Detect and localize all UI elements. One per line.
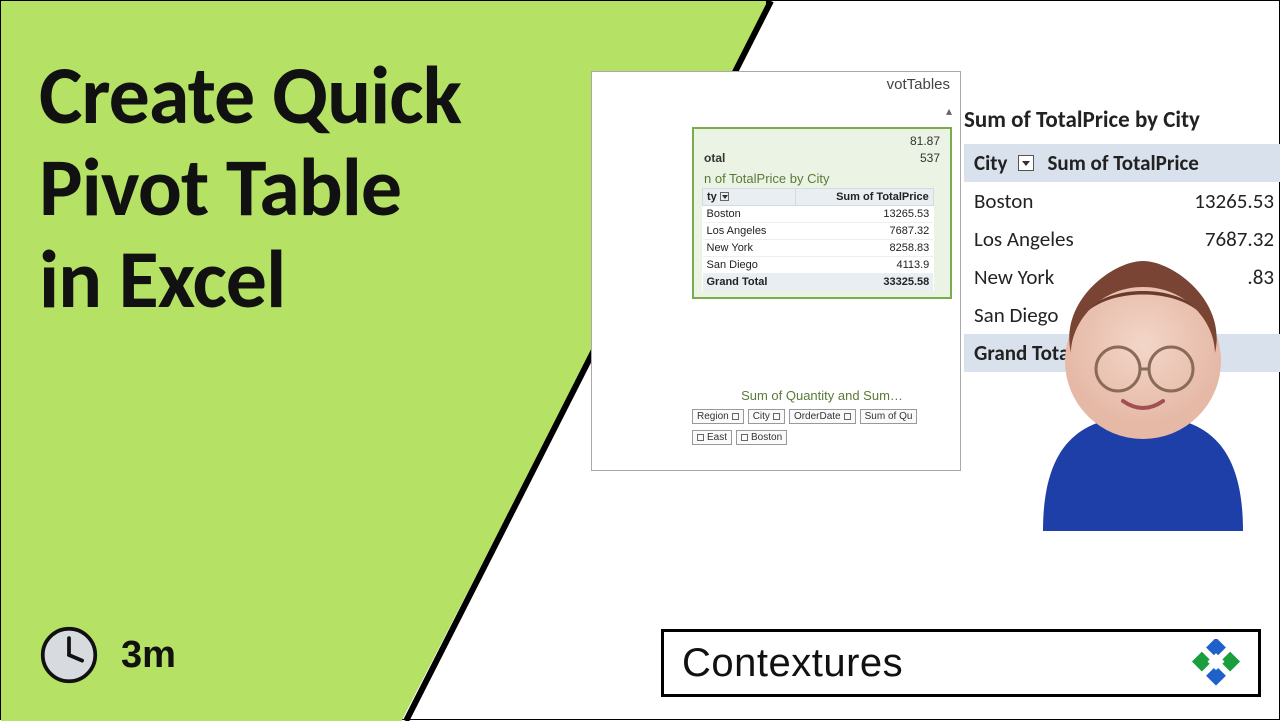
duration-text: 3m <box>121 634 176 677</box>
scroll-up-icon[interactable]: ▴ <box>946 104 952 118</box>
table-row: Boston13265.53 <box>964 182 1280 220</box>
title-line-3: in Excel <box>39 235 461 327</box>
filter-value[interactable]: Boston <box>736 430 787 445</box>
title-line-2: Pivot Table <box>39 143 461 235</box>
dialog-title-fragment: votTables <box>887 76 950 93</box>
table-row: San Diego4113.9 <box>703 256 934 273</box>
filter-value[interactable]: East <box>692 430 732 445</box>
pivot-preview-selected[interactable]: 81.87 otal537 n of TotalPrice by City ty… <box>692 127 952 299</box>
preview-table: ty Sum of TotalPrice Boston13265.53 Los … <box>702 188 934 291</box>
pivot-title: Sum of TotalPrice by City <box>964 106 1280 134</box>
field-chip[interactable]: Region <box>692 409 744 424</box>
field-chip[interactable]: Sum of Qu <box>860 409 918 424</box>
filter-values: East Boston <box>692 430 952 445</box>
video-title: Create Quick Pivot Table in Excel <box>39 51 461 326</box>
pivot-header: City Sum of TotalPrice <box>964 144 1280 182</box>
recommended-pivottables-dialog[interactable]: votTables ▴ 81.87 otal537 n of TotalPric… <box>591 71 961 471</box>
preview-title: n of TotalPrice by City <box>704 171 944 186</box>
field-chip[interactable]: OrderDate <box>789 409 856 424</box>
filter-dropdown-icon[interactable] <box>1018 155 1034 171</box>
next-preview-caption: Sum of Quantity and Sum… <box>692 388 952 403</box>
brand-name: Contextures <box>682 641 903 686</box>
contextures-logo-icon <box>1192 639 1240 687</box>
table-row: Boston13265.53 <box>703 205 934 222</box>
brand-bar: Contextures <box>661 629 1261 697</box>
field-list: Region City OrderDate Sum of Qu <box>692 409 952 424</box>
table-row: New York8258.83 <box>703 239 934 256</box>
presenter-photo <box>1023 231 1263 531</box>
filter-dropdown-icon[interactable] <box>720 192 729 201</box>
title-line-1: Create Quick <box>39 51 461 143</box>
duration-meta: 3m <box>39 625 176 685</box>
field-chip[interactable]: City <box>748 409 785 424</box>
grand-total-row: Grand Total33325.58 <box>703 273 934 290</box>
clock-icon <box>39 625 99 685</box>
table-row: Los Angeles7687.32 <box>703 222 934 239</box>
